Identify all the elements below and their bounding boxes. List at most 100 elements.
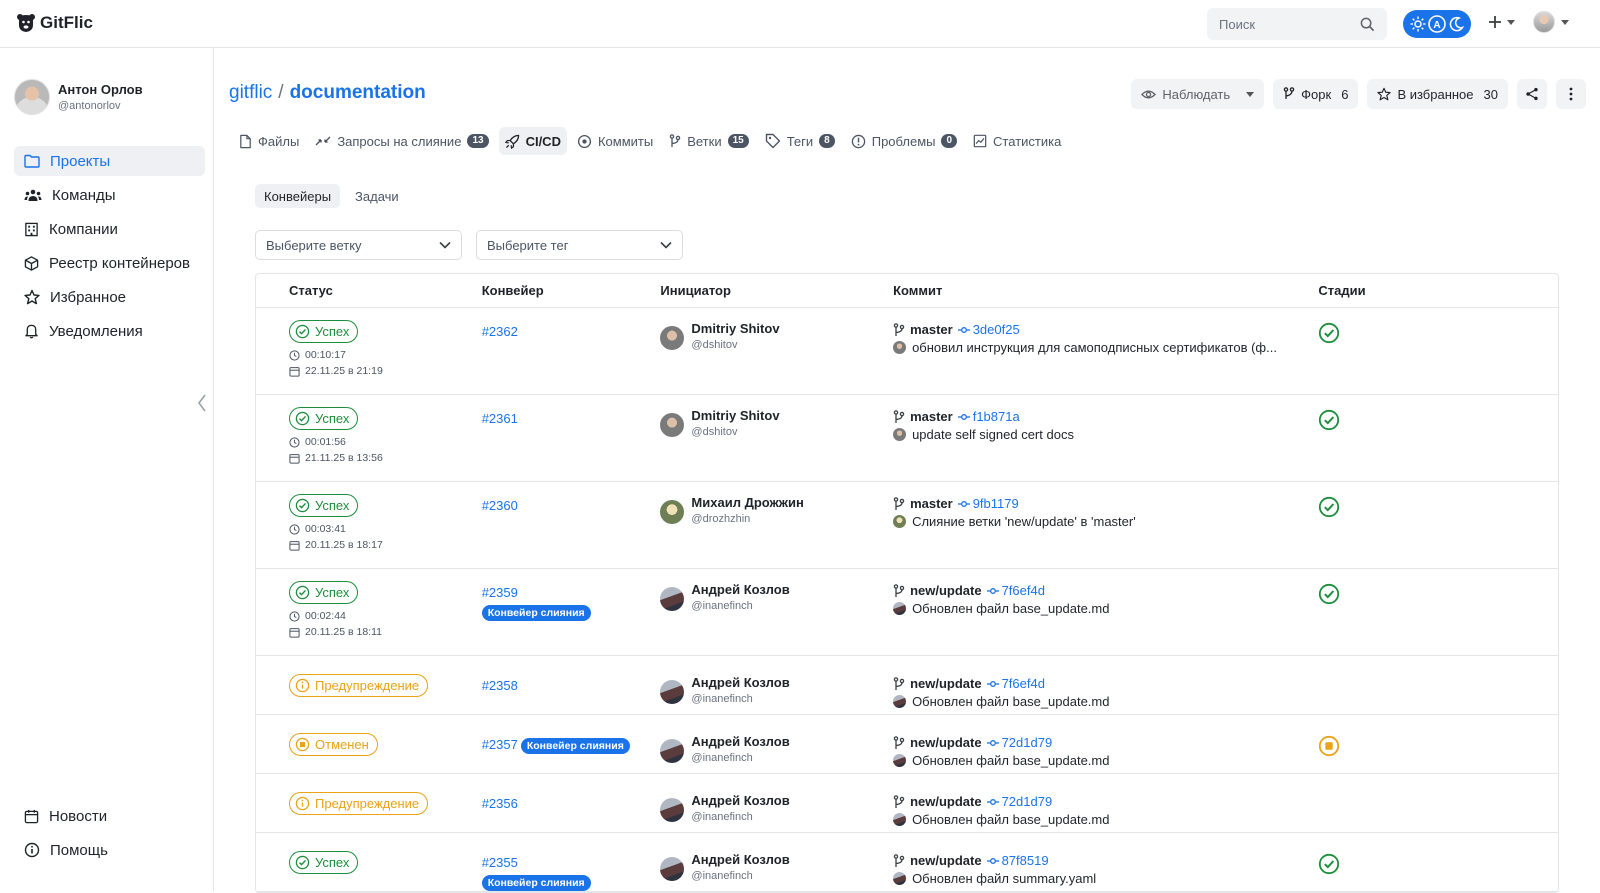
avatar[interactable] (660, 587, 685, 611)
sidebar-item-star[interactable]: Избранное (14, 282, 205, 312)
avatar[interactable] (660, 857, 685, 881)
commit-sha-link[interactable]: 7f6ef4d (986, 583, 1045, 598)
theme-toggle[interactable]: A (1403, 10, 1471, 38)
subtab-pipelines[interactable]: Конвейеры (255, 184, 341, 208)
status-badge[interactable]: Отменен (289, 733, 378, 756)
search-input[interactable] (1219, 16, 1360, 32)
user-profile[interactable]: Антон Орлов @antonorlov (14, 79, 143, 115)
fork-button[interactable]: Форк 6 (1273, 79, 1359, 109)
sidebar-item-calendar[interactable]: Новости (14, 801, 205, 831)
stage-canceled-icon[interactable] (1318, 735, 1340, 757)
pipeline-link[interactable]: #2362 (482, 324, 518, 339)
stage-success-icon[interactable] (1318, 322, 1340, 344)
avatar[interactable] (660, 798, 685, 822)
status-badge[interactable]: Успех (289, 494, 359, 517)
branch-name[interactable]: new/update (910, 735, 982, 750)
pipeline-link[interactable]: #2360 (482, 498, 518, 513)
status-badge[interactable]: Успех (289, 320, 359, 343)
sidebar-item-building[interactable]: Компании (14, 214, 205, 244)
status-badge[interactable]: Успех (289, 851, 359, 874)
tab-cicd[interactable]: CI/CD (498, 127, 567, 155)
avatar[interactable] (14, 79, 50, 115)
branch-name[interactable]: new/update (910, 794, 982, 809)
status-badge[interactable]: Успех (289, 581, 359, 604)
pipeline-link[interactable]: #2356 (482, 796, 518, 811)
status-badge[interactable]: Предупреждение (289, 792, 429, 815)
favorite-button[interactable]: В избранное 30 (1367, 79, 1508, 109)
sidebar-item-team[interactable]: Команды (14, 180, 205, 210)
initiator[interactable]: Андрей Козлов @inanefinch (660, 734, 893, 764)
avatar[interactable] (660, 680, 685, 704)
commit-sha-link[interactable]: 7f6ef4d (986, 676, 1045, 691)
moon-icon[interactable] (1447, 14, 1466, 34)
avatar[interactable] (660, 413, 685, 437)
search-icon[interactable] (1360, 17, 1375, 32)
repo-owner-link[interactable]: gitflic (229, 82, 272, 104)
status-badge[interactable]: Предупреждение (289, 674, 429, 697)
avatar[interactable] (660, 739, 685, 763)
initiator[interactable]: Андрей Козлов @inanefinch (660, 675, 893, 705)
commit-message[interactable]: Обновлен файл base_update.md (893, 812, 1318, 827)
initiator[interactable]: Андрей Козлов @inanefinch (660, 852, 893, 882)
collapse-sidebar-icon[interactable] (197, 394, 207, 412)
commit-message[interactable]: обновил инструкция для самоподписных сер… (893, 340, 1318, 355)
search-box[interactable] (1207, 8, 1387, 40)
user-menu[interactable] (1533, 11, 1569, 33)
branch-name[interactable]: master (910, 322, 953, 337)
status-badge[interactable]: Успех (289, 407, 359, 430)
pipeline-link[interactable]: #2361 (482, 411, 518, 426)
tab-statistics[interactable]: Статистика (967, 127, 1067, 155)
tab-merge-requests[interactable]: Запросы на слияние 13 (309, 127, 494, 155)
branch-name[interactable]: new/update (910, 853, 982, 868)
commit-message[interactable]: Обновлен файл summary.yaml (893, 871, 1318, 886)
tab-issues[interactable]: Проблемы 0 (845, 127, 963, 155)
commit-message[interactable]: Обновлен файл base_update.md (893, 601, 1318, 616)
sidebar-item-info[interactable]: Помощь (14, 835, 205, 865)
more-button[interactable] (1556, 79, 1586, 109)
tab-files[interactable]: Файлы (233, 127, 305, 155)
branch-name[interactable]: new/update (910, 676, 982, 691)
stage-success-icon[interactable] (1318, 496, 1340, 518)
branch-name[interactable]: master (910, 496, 953, 511)
logo[interactable]: GitFlic (16, 13, 93, 33)
commit-sha-link[interactable]: 9fb1179 (957, 496, 1019, 511)
share-button[interactable] (1517, 79, 1547, 109)
tab-branches[interactable]: Ветки 15 (663, 127, 755, 155)
branch-name[interactable]: new/update (910, 583, 982, 598)
branch-select[interactable]: Выберите ветку (255, 230, 462, 260)
commit-sha-link[interactable]: 72d1d79 (986, 794, 1052, 809)
tab-tags[interactable]: Теги 8 (759, 127, 841, 155)
subtab-jobs[interactable]: Задачи (346, 184, 408, 208)
stage-success-icon[interactable] (1318, 409, 1340, 431)
sidebar-item-bell[interactable]: Уведомления (14, 316, 205, 346)
stage-success-icon[interactable] (1318, 583, 1340, 605)
commit-sha-link[interactable]: 72d1d79 (986, 735, 1052, 750)
tab-commits[interactable]: Коммиты (571, 127, 659, 155)
initiator[interactable]: Андрей Козлов @inanefinch (660, 793, 893, 823)
sun-icon[interactable] (1408, 14, 1427, 34)
commit-sha-link[interactable]: 3de0f25 (957, 322, 1020, 337)
pipeline-link[interactable]: #2359 (482, 585, 518, 600)
branch-name[interactable]: master (910, 409, 953, 424)
create-menu[interactable] (1487, 14, 1515, 30)
commit-message[interactable]: Обновлен файл base_update.md (893, 694, 1318, 709)
watch-button[interactable]: Наблюдать (1131, 79, 1265, 109)
commit-message[interactable]: update self signed cert docs (893, 427, 1318, 442)
commit-sha-link[interactable]: f1b871a (957, 409, 1020, 424)
sidebar-item-cube[interactable]: Реестр контейнеров (14, 248, 205, 278)
avatar[interactable] (660, 500, 685, 524)
plus-icon[interactable] (1487, 14, 1503, 30)
pipeline-link[interactable]: #2357 (482, 737, 518, 752)
commit-sha-link[interactable]: 87f8519 (986, 853, 1049, 868)
initiator[interactable]: Dmitriy Shitov @dshitov (660, 408, 893, 438)
stage-success-icon[interactable] (1318, 853, 1340, 875)
pipeline-link[interactable]: #2355 (482, 855, 518, 870)
initiator[interactable]: Михаил Дрожжин @drozhzhin (660, 495, 893, 525)
repo-name-link[interactable]: documentation (290, 82, 426, 104)
initiator[interactable]: Dmitriy Shitov @dshitov (660, 321, 893, 351)
avatar[interactable] (660, 326, 685, 350)
avatar[interactable] (1533, 11, 1555, 33)
pipeline-link[interactable]: #2358 (482, 678, 518, 693)
auto-theme-icon[interactable]: A (1427, 14, 1446, 34)
commit-message[interactable]: Слияние ветки 'new/update' в 'master' (893, 514, 1318, 529)
